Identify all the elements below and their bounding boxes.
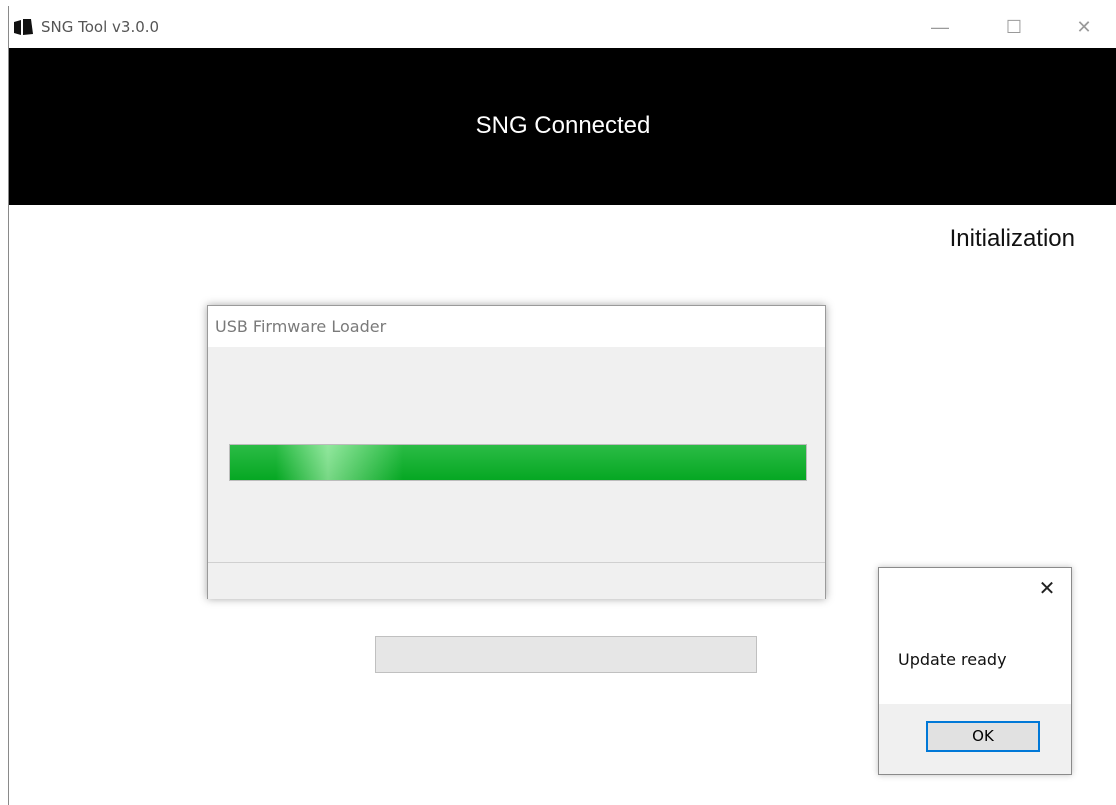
close-icon[interactable]: ✕ — [1061, 6, 1107, 48]
dialog-title: USB Firmware Loader — [215, 317, 387, 336]
dialog-title-bar[interactable]: USB Firmware Loader — [208, 306, 825, 347]
background-edge — [0, 0, 8, 805]
stage-label: Initialization — [949, 225, 1075, 252]
minimize-icon[interactable]: — — [917, 6, 963, 48]
ok-button[interactable]: OK — [926, 721, 1040, 752]
connection-status: SNG Connected — [475, 112, 651, 139]
status-banner: SNG Connected — [9, 48, 1116, 205]
close-icon[interactable]: ✕ — [1027, 574, 1067, 604]
message-text: Update ready — [898, 650, 1007, 669]
window-title: SNG Tool v3.0.0 — [41, 18, 160, 36]
firmware-progress-bar — [229, 444, 807, 481]
firmware-progress-fill — [230, 445, 806, 480]
dialog-status-bar — [208, 562, 825, 599]
maximize-icon[interactable]: ☐ — [991, 6, 1037, 48]
usb-firmware-loader-dialog: USB Firmware Loader — [207, 305, 826, 599]
title-bar[interactable]: SNG Tool v3.0.0 — ☐ ✕ — [9, 6, 1116, 48]
app-logo-icon — [14, 19, 33, 35]
update-ready-message-box: ✕ Update ready OK — [878, 567, 1072, 775]
main-progress-bar — [375, 636, 757, 673]
message-footer: OK — [879, 704, 1071, 774]
